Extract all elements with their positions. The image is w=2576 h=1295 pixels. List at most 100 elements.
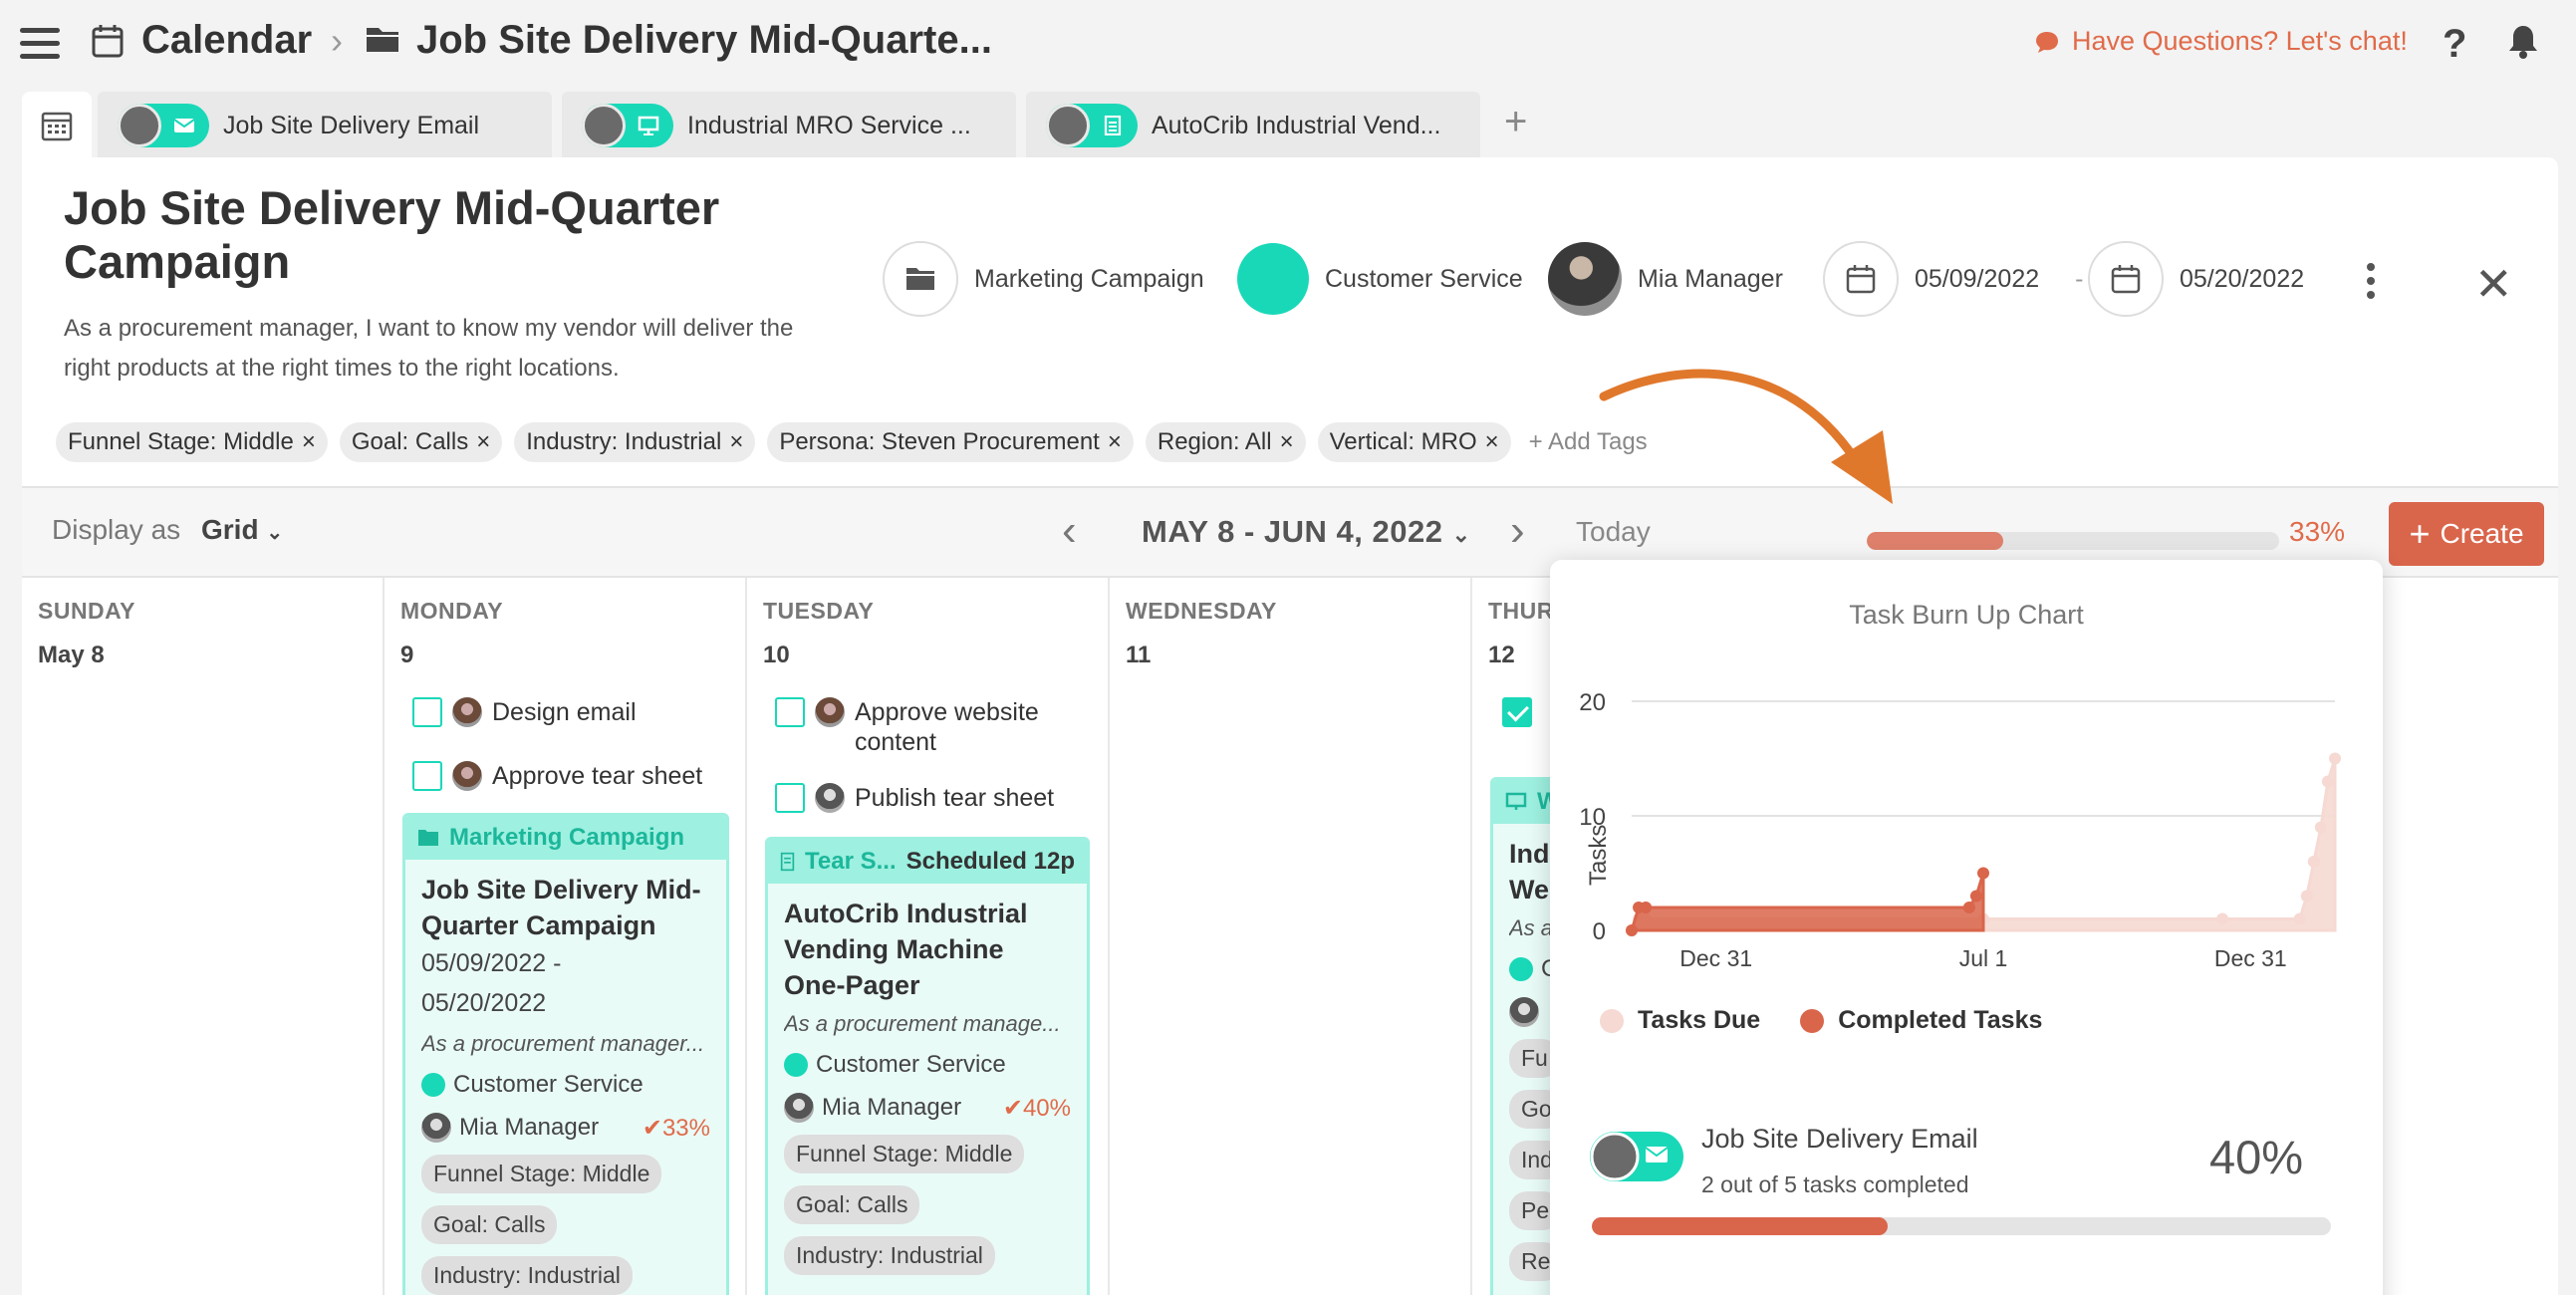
tab-industrial-mro-service[interactable]: Industrial MRO Service ... (562, 92, 1016, 159)
hamburger-menu-icon[interactable] (20, 28, 60, 60)
date-button[interactable] (1823, 241, 1899, 317)
progress-fill (1592, 1217, 1888, 1235)
end-date: 05/20/2022 (2180, 264, 2305, 293)
y-axis-label: Tasks (1585, 825, 1612, 886)
team-color-dot (784, 1053, 808, 1077)
calendar-icon (2111, 265, 2141, 294)
folder-button[interactable] (883, 241, 958, 317)
legend-label: Tasks Due (1638, 1006, 1761, 1034)
chat-link[interactable]: Have Questions? Let's chat! (2034, 26, 2408, 57)
remove-tag-icon[interactable]: × (1485, 428, 1499, 455)
task-item[interactable]: Design email (412, 697, 637, 727)
tag-chip[interactable]: Funnel Stage: Middle × (56, 422, 328, 462)
card-title: AutoCrib Industrial Vending Machine One-… (784, 899, 1028, 1000)
owner-label: Mia Manager (459, 1114, 600, 1141)
remove-tag-icon[interactable]: × (302, 428, 316, 455)
start-date: 05/09/2022 (1915, 264, 2040, 293)
email-icon (173, 119, 195, 132)
remove-tag-icon[interactable]: × (1108, 428, 1122, 455)
close-icon[interactable]: ✕ (2474, 257, 2513, 311)
chevron-right-icon: › (331, 20, 343, 61)
avatar (582, 104, 626, 147)
popover-item-name[interactable]: Job Site Delivery Email (1701, 1124, 1978, 1155)
campaign-owner[interactable]: Mia Manager (1548, 241, 1783, 317)
avatar (1046, 104, 1090, 147)
tag-chip[interactable]: Industry: Industrial × (514, 422, 756, 462)
tag-chip[interactable]: Goal: Calls × (339, 422, 503, 462)
campaign-progress-bar[interactable] (1867, 532, 2279, 550)
tag-label: Persona: Steven Procurement (779, 428, 1100, 455)
tag-label: Region: All (1157, 428, 1272, 455)
data-point (2300, 890, 2313, 903)
next-range-button[interactable]: › (1510, 506, 1525, 556)
card-progress: ✔33% (642, 1114, 710, 1142)
burn-up-chart: 01020Dec 31 Jul 1 Dec 31Tasks (1579, 689, 2341, 971)
task-item[interactable]: Approve tear sheet (412, 761, 702, 791)
view-selector[interactable]: Grid ⌄ (201, 514, 283, 546)
data-point (1962, 902, 1975, 913)
tag-chip[interactable]: Region: All × (1145, 422, 1306, 462)
owner-label: Mia Manager (822, 1094, 962, 1121)
data-point (2329, 752, 2341, 765)
popover-item-subtitle: 2 out of 5 tasks completed (1701, 1171, 1969, 1197)
card-title: Indu Wel (1509, 839, 1566, 905)
date-range-selector[interactable]: MAY 8 - JUN 4, 2022 ⌄ (1142, 514, 1471, 550)
tab-calendar[interactable] (22, 92, 92, 159)
start-date-picker[interactable]: 05/09/2022 - (1823, 241, 2083, 317)
bell-icon[interactable] (2508, 24, 2538, 60)
card-header: Tear S... Scheduled 12p (768, 840, 1087, 884)
remove-tag-icon[interactable]: × (729, 428, 743, 455)
team-color-dot (1509, 957, 1533, 981)
task-checkbox-checked[interactable] (1502, 697, 1532, 727)
more-options-icon[interactable] (2367, 263, 2375, 305)
tab-job-site-delivery-email[interactable]: Job Site Delivery Email (98, 92, 552, 159)
task-item[interactable]: Publish tear sheet (775, 783, 1054, 813)
avatar (815, 783, 845, 813)
date-button[interactable] (2088, 241, 2164, 317)
team-color-dot (1237, 243, 1309, 315)
task-item[interactable]: Approve website content (775, 697, 1074, 757)
tab-badge (582, 104, 673, 147)
help-icon[interactable]: ? (2443, 22, 2466, 67)
data-point (1977, 867, 1989, 880)
day-number: 10 (763, 642, 790, 668)
card-tag: Industry: Industrial (784, 1236, 995, 1275)
date-range-label: MAY 8 - JUN 4, 2022 (1142, 514, 1443, 549)
prev-range-button[interactable]: ‹ (1062, 506, 1077, 556)
remove-tag-icon[interactable]: × (1280, 428, 1294, 455)
end-date-picker[interactable]: 05/20/2022 (2088, 241, 2304, 317)
content-card[interactable]: Tear S... Scheduled 12p AutoCrib Industr… (765, 837, 1090, 1295)
campaign-type[interactable]: Marketing Campaign (883, 241, 1204, 317)
avatar (452, 761, 482, 791)
data-point (1640, 902, 1653, 913)
tag-chip[interactable]: Vertical: MRO × (1317, 422, 1511, 462)
add-tab-button[interactable]: + (1504, 100, 1527, 144)
task-label: Approve website content (855, 698, 1039, 756)
popover-item-percent: 40% (2209, 1131, 2304, 1183)
data-point (1626, 924, 1638, 936)
legend-completed-tasks[interactable]: Completed Tasks (1800, 1006, 2042, 1035)
today-button[interactable]: Today (1576, 516, 1651, 548)
day-name: TUESDAY (763, 598, 875, 624)
campaign-card[interactable]: Marketing Campaign Job Site Delivery Mid… (402, 813, 729, 1295)
tab-autocrib-industrial[interactable]: AutoCrib Industrial Vend... (1026, 92, 1480, 159)
card-tag: Funnel Stage: Middle (784, 1135, 1025, 1173)
legend-tasks-due[interactable]: Tasks Due (1600, 1006, 1760, 1035)
remove-tag-icon[interactable]: × (476, 428, 490, 455)
create-label: Create (2440, 518, 2524, 549)
task-checkbox[interactable] (775, 783, 805, 813)
campaign-team[interactable]: Customer Service (1237, 241, 1523, 317)
chat-label: Have Questions? Let's chat! (2072, 26, 2408, 56)
task-checkbox[interactable] (775, 697, 805, 727)
avatar (1509, 997, 1539, 1027)
breadcrumb-calendar[interactable]: Calendar (141, 18, 312, 63)
tag-chip[interactable]: Persona: Steven Procurement × (767, 422, 1134, 462)
create-button[interactable]: + Create (2389, 502, 2544, 566)
y-tick-label: 20 (1579, 689, 1606, 716)
chevron-down-icon: ⌄ (266, 522, 284, 544)
avatar (421, 1113, 451, 1143)
task-checkbox[interactable] (412, 761, 442, 791)
task-checkbox[interactable] (412, 697, 442, 727)
team-label: Customer Service (1325, 264, 1523, 293)
task-item[interactable] (1502, 697, 1532, 727)
